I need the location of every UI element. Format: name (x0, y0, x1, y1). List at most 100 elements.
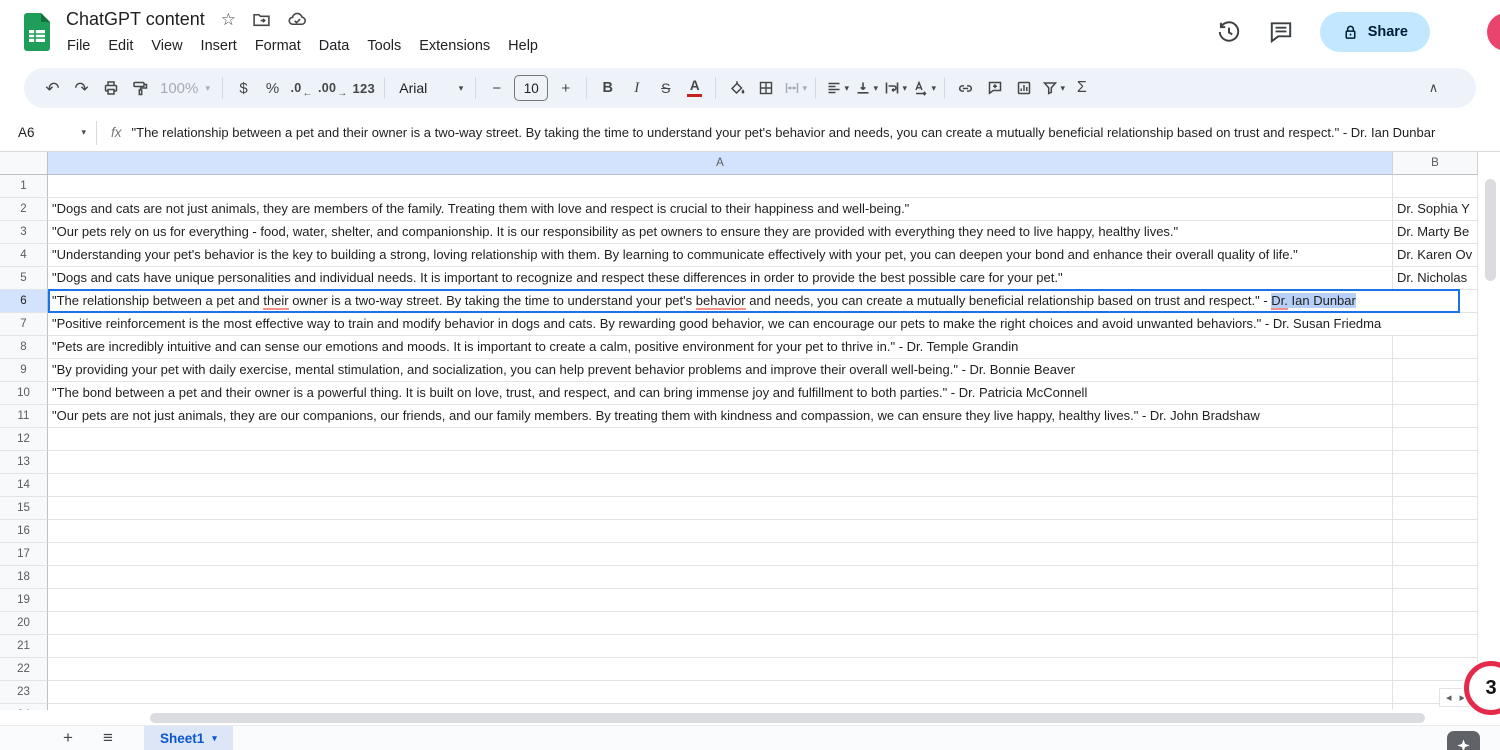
select-all-corner[interactable] (0, 152, 48, 175)
formula-input[interactable]: "The relationship between a pet and thei… (132, 125, 1500, 140)
cell-A12[interactable] (48, 428, 1393, 451)
move-to-folder-icon[interactable] (252, 10, 271, 29)
name-box[interactable]: A6 ▾ (0, 125, 96, 140)
cell-B10[interactable] (1393, 382, 1478, 405)
horizontal-scrollbar-thumb[interactable] (150, 713, 1425, 723)
row-header-4[interactable]: 4 (0, 244, 48, 267)
cell-B17[interactable] (1393, 543, 1478, 566)
recorder-sparkle-button[interactable] (1447, 731, 1480, 750)
cell-B20[interactable] (1393, 612, 1478, 635)
row-header-23[interactable]: 23 (0, 681, 48, 704)
cell-B19[interactable] (1393, 589, 1478, 612)
hide-menus-button[interactable]: ∧ (1419, 74, 1448, 102)
cell-B8[interactable] (1393, 336, 1478, 359)
row-header-6[interactable]: 6 (0, 290, 48, 313)
cell-A4[interactable]: "Understanding your pet's behavior is th… (48, 244, 1393, 267)
vertical-scrollbar-thumb[interactable] (1485, 179, 1496, 281)
cell-A2[interactable]: "Dogs and cats are not just animals, the… (48, 198, 1393, 221)
strikethrough-button[interactable]: S (651, 74, 680, 102)
bold-button[interactable]: B (593, 74, 622, 102)
increase-font-size-button[interactable]: + (551, 74, 580, 102)
menu-help[interactable]: Help (499, 36, 547, 56)
more-formats-button[interactable]: 123 (349, 74, 378, 102)
row-header-21[interactable]: 21 (0, 635, 48, 658)
cell-B7[interactable] (1393, 313, 1478, 336)
cell-A16[interactable] (48, 520, 1393, 543)
format-currency-button[interactable]: $ (229, 74, 258, 102)
cell-B4[interactable]: Dr. Karen Ov (1393, 244, 1478, 267)
row-header-7[interactable]: 7 (0, 313, 48, 336)
all-sheets-button[interactable]: ≡ (88, 728, 128, 748)
cell-A8[interactable]: "Pets are incredibly intuitive and can s… (48, 336, 1393, 359)
italic-button[interactable]: I (622, 74, 651, 102)
format-percent-button[interactable]: % (258, 74, 287, 102)
add-sheet-button[interactable]: + (48, 728, 88, 748)
functions-button[interactable]: Σ (1067, 74, 1096, 102)
cell-A13[interactable] (48, 451, 1393, 474)
row-header-12[interactable]: 12 (0, 428, 48, 451)
menu-tools[interactable]: Tools (358, 36, 410, 56)
row-header-5[interactable]: 5 (0, 267, 48, 290)
cell-A9[interactable]: "By providing your pet with daily exerci… (48, 359, 1393, 382)
scroll-left-button[interactable]: ◂ (1446, 691, 1452, 704)
cell-B6[interactable] (1393, 290, 1478, 313)
cell-A7[interactable]: "Positive reinforcement is the most effe… (48, 313, 1393, 336)
cell-B13[interactable] (1393, 451, 1478, 474)
fill-color-button[interactable] (722, 74, 751, 102)
row-header-14[interactable]: 14 (0, 474, 48, 497)
star-icon[interactable]: ☆ (221, 11, 236, 28)
row-header-13[interactable]: 13 (0, 451, 48, 474)
text-wrap-button[interactable]: ▾ (880, 74, 909, 102)
cell-B15[interactable] (1393, 497, 1478, 520)
row-header-11[interactable]: 11 (0, 405, 48, 428)
cell-A10[interactable]: "The bond between a pet and their owner … (48, 382, 1393, 405)
merge-cells-button[interactable]: ▾ (780, 74, 809, 102)
font-family-select[interactable]: Arial ▾ (391, 74, 469, 102)
sheets-logo-icon[interactable] (22, 12, 52, 52)
menu-extensions[interactable]: Extensions (410, 36, 499, 56)
row-header-16[interactable]: 16 (0, 520, 48, 543)
cell-A20[interactable] (48, 612, 1393, 635)
borders-button[interactable] (751, 74, 780, 102)
insert-comment-button[interactable] (980, 74, 1009, 102)
cell-A14[interactable] (48, 474, 1393, 497)
menu-edit[interactable]: Edit (99, 36, 142, 56)
row-header-8[interactable]: 8 (0, 336, 48, 359)
insert-link-button[interactable] (951, 74, 980, 102)
text-color-button[interactable]: A (680, 74, 709, 102)
column-header-B[interactable]: B (1393, 152, 1478, 175)
row-header-10[interactable]: 10 (0, 382, 48, 405)
cell-A11[interactable]: "Our pets are not just animals, they are… (48, 405, 1393, 428)
menu-view[interactable]: View (142, 36, 191, 56)
row-header-15[interactable]: 15 (0, 497, 48, 520)
cell-A1[interactable] (48, 175, 1393, 198)
row-header-22[interactable]: 22 (0, 658, 48, 681)
row-header-1[interactable]: 1 (0, 175, 48, 198)
decrease-font-size-button[interactable]: − (482, 74, 511, 102)
cell-B9[interactable] (1393, 359, 1478, 382)
row-header-19[interactable]: 19 (0, 589, 48, 612)
cell-B16[interactable] (1393, 520, 1478, 543)
cell-B18[interactable] (1393, 566, 1478, 589)
cell-A18[interactable] (48, 566, 1393, 589)
row-header-17[interactable]: 17 (0, 543, 48, 566)
cell-A19[interactable] (48, 589, 1393, 612)
column-header-A[interactable]: A (48, 152, 1393, 175)
cell-B14[interactable] (1393, 474, 1478, 497)
vertical-scrollbar[interactable] (1485, 179, 1497, 699)
version-history-button[interactable] (1216, 19, 1242, 45)
share-button[interactable]: Share (1320, 12, 1430, 52)
print-button[interactable] (96, 74, 125, 102)
menu-insert[interactable]: Insert (192, 36, 246, 56)
comment-history-button[interactable] (1268, 19, 1294, 45)
zoom-select[interactable]: 100% ▾ (154, 74, 216, 102)
cell-B21[interactable] (1393, 635, 1478, 658)
menu-data[interactable]: Data (310, 36, 359, 56)
menu-format[interactable]: Format (246, 36, 310, 56)
undo-button[interactable]: ↶ (38, 74, 67, 102)
cell-A21[interactable] (48, 635, 1393, 658)
text-rotation-button[interactable]: ▾ (909, 74, 938, 102)
font-size-input[interactable]: 10 (514, 75, 548, 101)
cell-A5[interactable]: "Dogs and cats have unique personalities… (48, 267, 1393, 290)
cloud-status-icon[interactable] (287, 10, 308, 29)
